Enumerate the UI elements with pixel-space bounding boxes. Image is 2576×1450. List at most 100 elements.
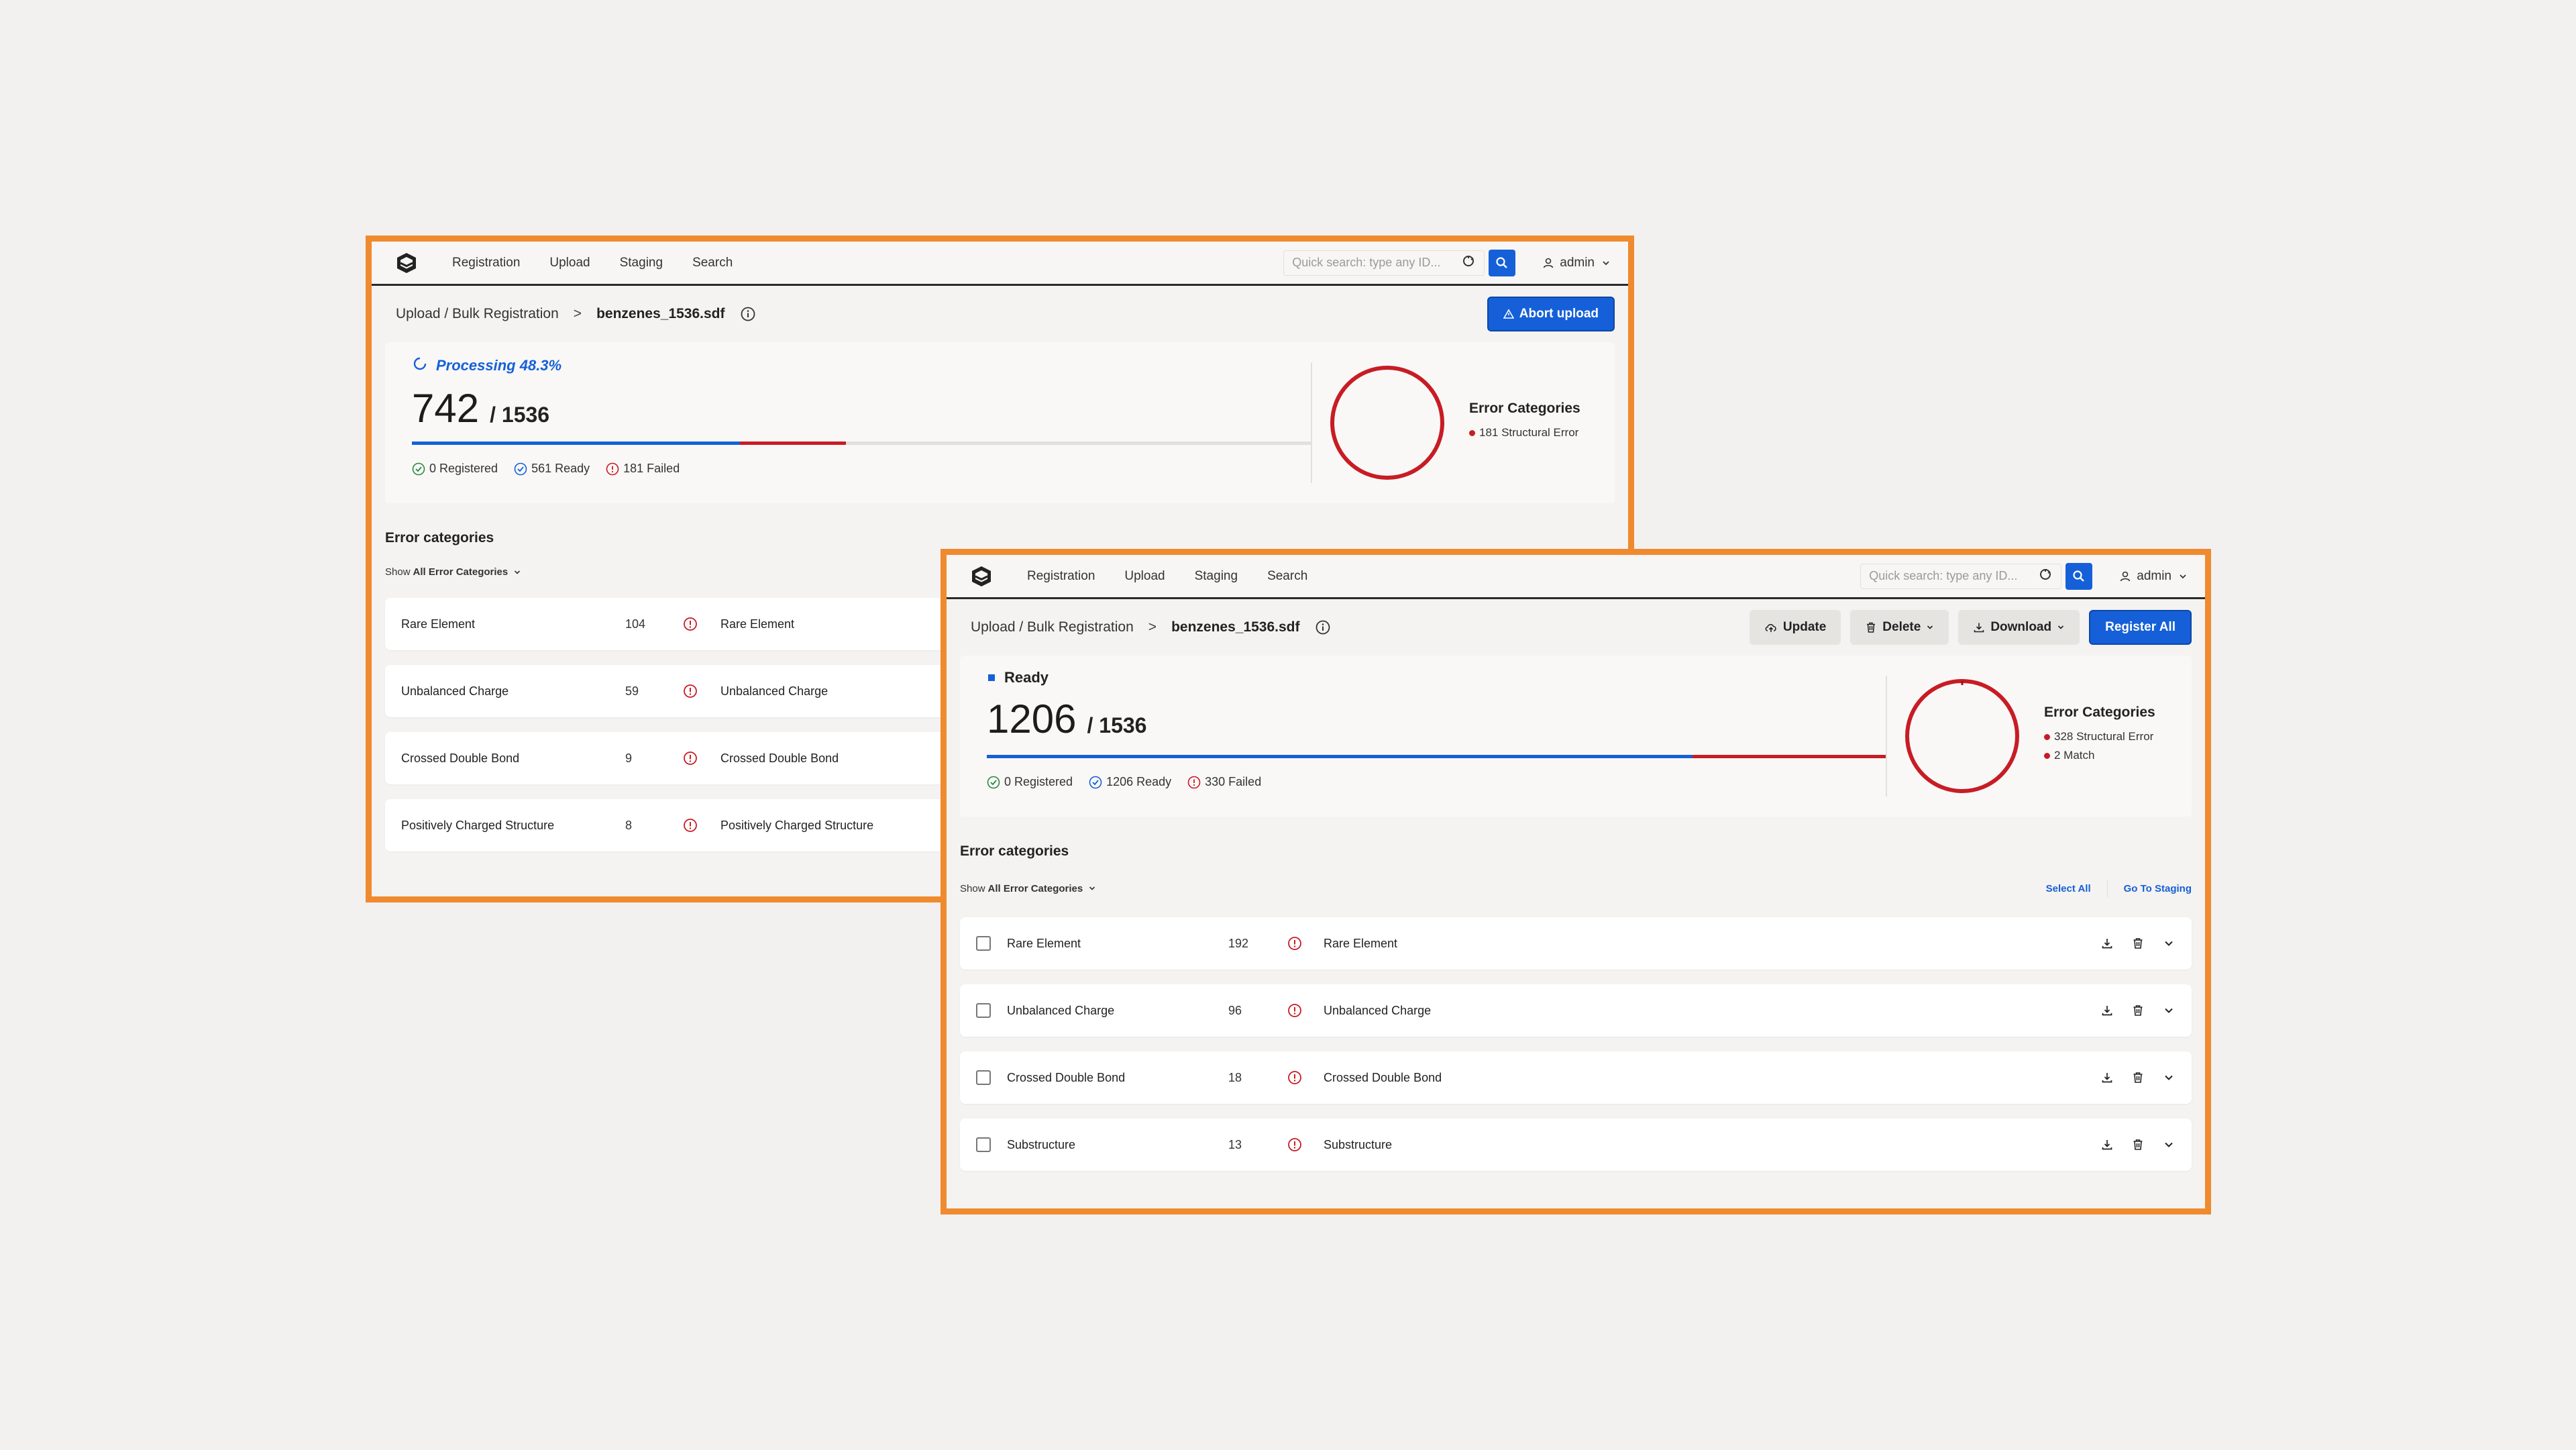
filter-prefix: Show [385, 566, 411, 578]
progress-failed-segment [1693, 755, 1886, 758]
abort-upload-button[interactable]: Abort upload [1487, 297, 1615, 331]
structure-search-icon[interactable] [2038, 567, 2053, 585]
table-row[interactable]: Crossed Double Bond 18 Crossed Double Bo… [960, 1051, 2192, 1104]
row-checkbox[interactable] [976, 936, 991, 951]
download-label: Download [1990, 620, 2052, 634]
category-name: Crossed Double Bond [1007, 1070, 1126, 1084]
chevron-down-icon[interactable] [1088, 884, 1096, 892]
filter-value: All Error Categories [413, 566, 508, 578]
ready-count: 1206 Ready [1106, 775, 1172, 788]
download-button[interactable]: Download [1958, 610, 2080, 645]
download-icon [1973, 621, 1985, 633]
trash-icon[interactable] [2131, 937, 2145, 950]
category-count: 192 [1228, 936, 1249, 950]
chevron-down-icon [1601, 258, 1611, 268]
user-menu[interactable]: admin [2119, 569, 2188, 584]
upload-screen-ready: Registration Upload Staging Search admin… [941, 549, 2211, 1214]
chevron-down-icon[interactable] [2162, 1138, 2176, 1151]
select-all-link[interactable]: Select All [2046, 883, 2091, 894]
table-row[interactable]: Unbalanced Charge 96 Unbalanced Charge [960, 984, 2192, 1037]
quick-search-input[interactable] [1292, 256, 1462, 270]
row-checkbox[interactable] [976, 1070, 991, 1085]
nav-registration[interactable]: Registration [452, 256, 520, 270]
category-name: Positively Charged Structure [401, 818, 555, 832]
error-icon [683, 684, 698, 698]
chevron-down-icon [513, 568, 521, 576]
trash-icon[interactable] [2131, 1138, 2145, 1151]
nav-search[interactable]: Search [1267, 569, 1307, 584]
nav-search[interactable]: Search [692, 256, 733, 270]
category-name: Unbalanced Charge [1007, 1003, 1115, 1017]
failed-count: 330 Failed [1205, 775, 1262, 788]
info-icon[interactable] [740, 306, 756, 322]
delete-label: Delete [1882, 620, 1921, 634]
category-count: 18 [1228, 1070, 1242, 1084]
progress-ready-segment [987, 755, 1693, 758]
abort-upload-label: Abort upload [1519, 307, 1599, 321]
row-checkbox[interactable] [976, 1003, 991, 1018]
category-name: Substructure [1007, 1137, 1076, 1151]
category-label: Crossed Double Bond [720, 751, 839, 765]
info-icon[interactable] [1315, 619, 1331, 635]
download-icon[interactable] [2100, 1004, 2114, 1017]
breadcrumb-separator: > [573, 306, 582, 321]
total-count: / 1536 [1087, 713, 1147, 737]
error-donut-chart [1905, 679, 2019, 793]
table-row[interactable]: Rare Element 192 Rare Element [960, 917, 2192, 970]
trash-icon [1865, 621, 1877, 633]
processed-count: 1206 [987, 696, 1077, 741]
row-checkbox[interactable] [976, 1137, 991, 1152]
ready-square-icon [987, 669, 996, 686]
chevron-down-icon[interactable] [2162, 1004, 2176, 1017]
registered-count: 0 Registered [1004, 775, 1073, 788]
quick-search-input[interactable] [1869, 569, 2039, 583]
app-logo-icon[interactable] [394, 250, 420, 276]
delete-button[interactable]: Delete [1850, 610, 1949, 645]
update-label: Update [1782, 620, 1827, 634]
error-category-item: 2 Match [2054, 749, 2095, 762]
chevron-down-icon[interactable] [2162, 937, 2176, 950]
progress-ready-segment [412, 442, 740, 445]
filter-prefix[interactable]: Show [960, 883, 985, 894]
trash-icon[interactable] [2131, 1071, 2145, 1084]
nav-upload[interactable]: Upload [1124, 569, 1165, 584]
breadcrumb-path[interactable]: Upload / Bulk Registration [971, 619, 1134, 635]
go-to-staging-link[interactable]: Go To Staging [2124, 883, 2192, 894]
user-menu[interactable]: admin [1542, 256, 1611, 270]
search-button[interactable] [1489, 249, 1516, 276]
nav-upload[interactable]: Upload [549, 256, 590, 270]
top-nav: Registration Upload Staging Search admin [372, 242, 1628, 286]
download-icon[interactable] [2100, 1138, 2114, 1151]
breadcrumb-file: benzenes_1536.sdf [1171, 619, 1300, 635]
structure-search-icon[interactable] [1461, 254, 1476, 272]
ready-count: 561 Ready [531, 462, 590, 475]
breadcrumb-path[interactable]: Upload / Bulk Registration [396, 306, 559, 322]
legend-dot [2044, 752, 2050, 759]
download-icon[interactable] [2100, 1071, 2114, 1084]
nav-registration[interactable]: Registration [1027, 569, 1095, 584]
check-circle-icon [412, 462, 425, 476]
nav-staging[interactable]: Staging [620, 256, 663, 270]
user-name: admin [1560, 255, 1595, 270]
warning-icon [1503, 309, 1514, 319]
error-icon [1287, 1137, 1302, 1152]
error-circle-icon [1187, 776, 1201, 789]
category-count: 9 [625, 751, 633, 765]
ready-check-icon [514, 462, 527, 476]
update-button[interactable]: Update [1749, 610, 1841, 645]
filter-value[interactable]: All Error Categories [988, 883, 1083, 894]
category-count: 104 [625, 617, 646, 631]
trash-icon[interactable] [2131, 1004, 2145, 1017]
nav-staging[interactable]: Staging [1195, 569, 1238, 584]
total-count: / 1536 [490, 403, 550, 427]
error-categories-title: Error Categories [2044, 705, 2155, 720]
search-icon [2073, 570, 2085, 582]
progress-bar [987, 755, 1886, 758]
chevron-down-icon[interactable] [2162, 1071, 2176, 1084]
app-logo-icon[interactable] [969, 564, 995, 589]
download-icon[interactable] [2100, 937, 2114, 950]
register-all-button[interactable]: Register All [2089, 610, 2192, 645]
table-row[interactable]: Substructure 13 Substructure [960, 1119, 2192, 1171]
search-button[interactable] [2065, 562, 2093, 590]
status-card: Processing 48.3% 742 / 1536 0 Registered… [385, 342, 1615, 503]
